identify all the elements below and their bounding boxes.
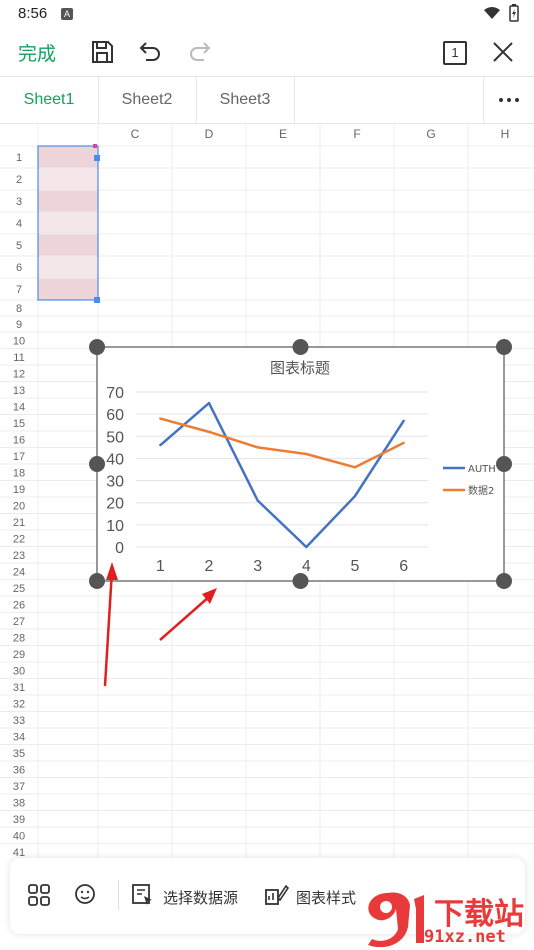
annotation-arrow: [159, 595, 211, 641]
emoji-icon[interactable]: [72, 882, 98, 908]
select-data-source-button[interactable]: 选择数据源: [163, 887, 238, 908]
annotation-overlay: [103, 562, 217, 687]
grid-view-icon[interactable]: [26, 882, 52, 908]
watermark-url: 91xz.net: [424, 927, 506, 947]
watermark: 下载站 91xz.net: [358, 885, 534, 950]
watermark-logo: [368, 892, 424, 947]
arrow-head: [106, 562, 118, 580]
toolbar-divider: [118, 880, 119, 910]
chart-style-button[interactable]: 图表样式: [296, 887, 356, 908]
annotation-arrow: [103, 569, 114, 687]
chart-style-icon[interactable]: [263, 882, 289, 908]
select-data-icon[interactable]: [130, 882, 156, 908]
